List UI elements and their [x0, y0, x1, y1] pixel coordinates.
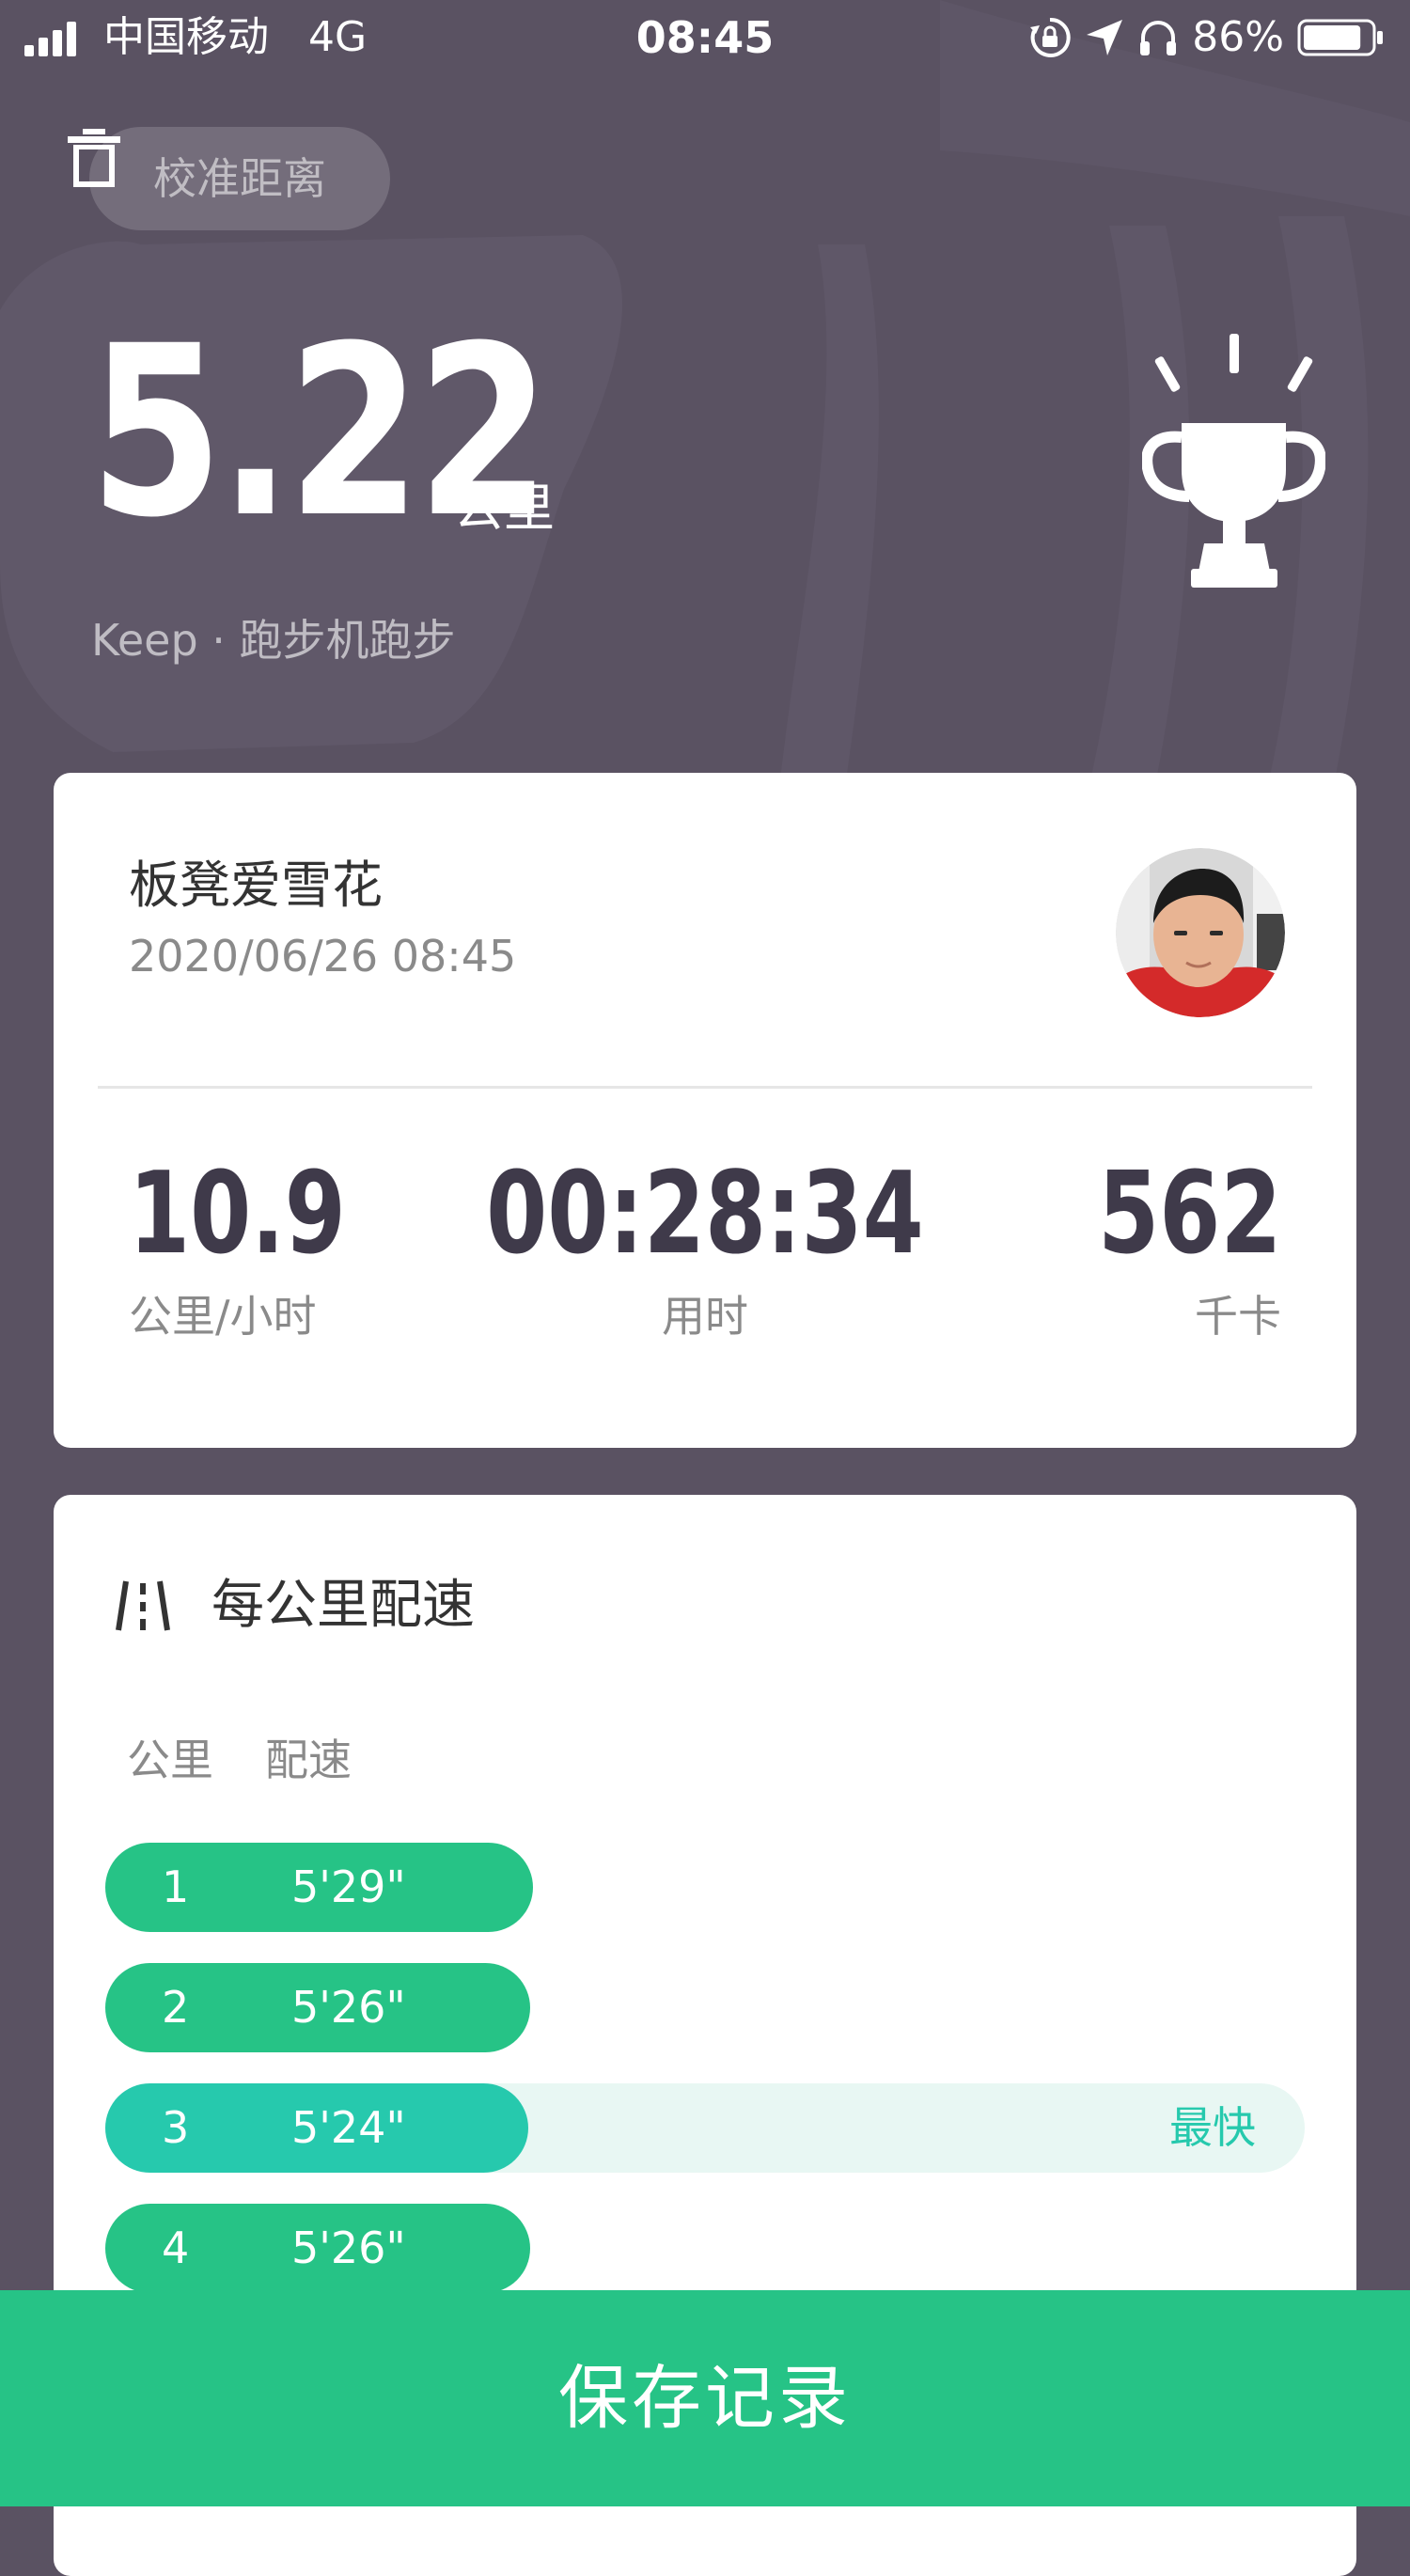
pace-value: 5'24": [291, 2102, 406, 2153]
pace-row: 1 5'29": [105, 1843, 1305, 1932]
orientation-lock-icon: [1030, 17, 1071, 57]
pace-split-icon: [116, 1580, 170, 1631]
battery-percentage: 86%: [1192, 13, 1284, 61]
trophy-icon[interactable]: [1142, 329, 1325, 592]
username: 板凳爱雪花: [129, 856, 383, 915]
pace-row: 2 5'26": [105, 1963, 1305, 2052]
pace-value: 5'29": [291, 1861, 406, 1912]
battery-icon: [1297, 19, 1383, 56]
avatar[interactable]: [1116, 848, 1285, 1017]
pace-row-fastest: 3 5'24" 最快: [105, 2083, 1305, 2173]
save-record-button[interactable]: 保存记录: [0, 2290, 1410, 2506]
stat-speed-value: 10.9: [129, 1149, 346, 1280]
column-header-km: 公里: [127, 1735, 213, 1785]
workout-summary-card: 板凳爱雪花 2020/06/26 08:45 10.9 公里/小时 00:28:…: [54, 773, 1356, 1448]
pace-km: 2: [162, 1982, 190, 2033]
distance-unit: 公里: [453, 479, 555, 538]
pace-km: 3: [162, 2102, 190, 2153]
calibrate-distance-button[interactable]: 校准距离: [89, 127, 390, 230]
stat-speed: 10.9 公里/小时: [129, 1149, 407, 1344]
stat-speed-label: 公里/小时: [129, 1291, 317, 1342]
stat-calories-value: 562: [1097, 1149, 1281, 1280]
status-bar: 中国移动 4G 08:45 86%: [0, 0, 1410, 75]
headphones-icon: [1140, 21, 1177, 55]
card-divider: [98, 1086, 1312, 1089]
stat-duration-value: 00:28:34: [486, 1149, 924, 1280]
pace-row: 4 5'26": [105, 2204, 1305, 2293]
stat-duration-label: 用时: [662, 1291, 748, 1342]
pace-km: 4: [162, 2223, 190, 2273]
stat-duration: 00:28:34 用时: [423, 1149, 987, 1344]
fastest-badge: 最快: [1169, 2102, 1256, 2153]
status-right-group: 86%: [1028, 11, 1386, 64]
workout-datetime: 2020/06/26 08:45: [129, 931, 517, 982]
location-arrow-icon: [1087, 20, 1123, 55]
trash-icon[interactable]: [66, 127, 122, 189]
pace-value: 5'26": [291, 2223, 406, 2273]
workout-subtitle: Keep · 跑步机跑步: [91, 615, 456, 666]
pace-km: 1: [162, 1861, 190, 1912]
pace-value: 5'26": [291, 1982, 406, 2033]
column-header-pace: 配速: [265, 1735, 352, 1785]
pace-title: 每公里配速: [212, 1575, 475, 1636]
stat-calories-label: 千卡: [1195, 1291, 1281, 1342]
stat-calories: 562 千卡: [1046, 1149, 1281, 1344]
